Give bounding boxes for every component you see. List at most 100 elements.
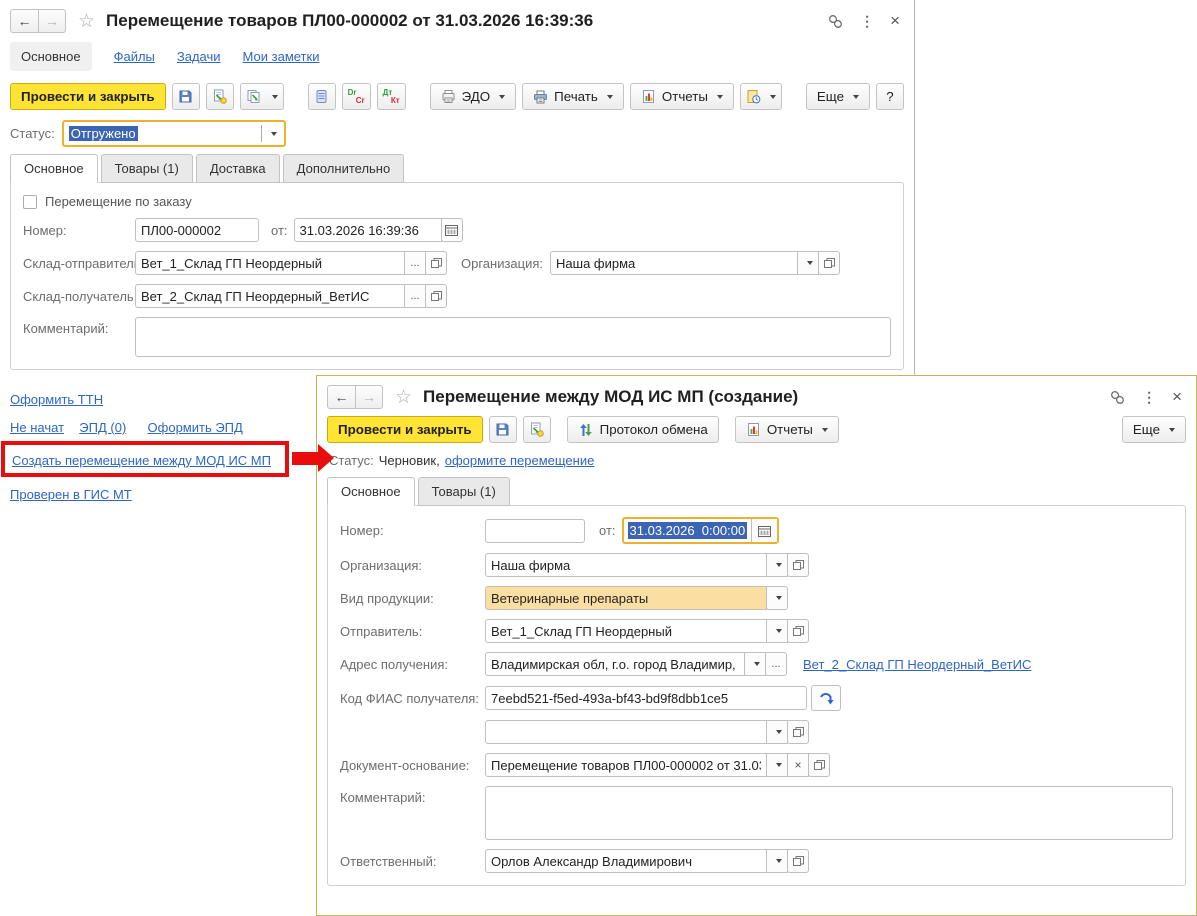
dialog-responsible-open-button[interactable] <box>787 849 809 873</box>
more-actions-button[interactable]: Еще <box>805 83 870 110</box>
forward-button[interactable]: → <box>38 10 65 32</box>
tab-delivery[interactable]: Доставка <box>195 154 280 183</box>
dialog-post-and-close-button[interactable]: Провести и закрыть <box>327 416 483 443</box>
post-documents-icon <box>247 90 260 103</box>
comment-field[interactable] <box>135 317 891 357</box>
highlight-box <box>1 441 289 477</box>
dropdown-arrow-icon <box>1169 427 1175 432</box>
date-field[interactable] <box>293 218 442 242</box>
back-button[interactable]: ← <box>11 10 38 32</box>
dialog-sender-field[interactable] <box>485 619 767 643</box>
dialog-receiver-open-button[interactable] <box>787 720 809 744</box>
dialog-responsible-field[interactable] <box>485 849 767 873</box>
dialog-organization-dropdown-button[interactable] <box>766 553 788 577</box>
tab-additional[interactable]: Дополнительно <box>282 154 405 183</box>
nav-tab-main[interactable]: Основное <box>10 42 92 71</box>
favorite-star-icon[interactable]: ☆ <box>395 386 412 409</box>
dialog-receiver-field[interactable] <box>485 720 767 744</box>
link-epd-count[interactable]: ЭПД (0) <box>79 420 126 435</box>
more-menu-icon[interactable]: ⋮ <box>1142 389 1156 406</box>
dialog-address-label: Адрес получения: <box>340 656 448 672</box>
link-make-epd[interactable]: Оформить ЭПД <box>148 420 243 435</box>
tab-main[interactable]: Основное <box>10 154 98 183</box>
edo-button[interactable]: ЭДО <box>429 83 517 110</box>
link-gis-mt[interactable]: Проверен в ГИС МТ <box>10 487 132 502</box>
dialog-number-field[interactable] <box>485 518 585 543</box>
tasks-button[interactable] <box>739 83 782 110</box>
drcr-entries-button[interactable]: Dr Cr <box>341 83 371 110</box>
dialog-post-button[interactable] <box>522 416 551 443</box>
dialog-product-type-dropdown-button[interactable] <box>766 586 788 610</box>
close-window-icon[interactable]: × <box>890 11 900 31</box>
post-button[interactable] <box>205 83 234 110</box>
sender-open-button[interactable] <box>425 251 447 275</box>
post-variants-button[interactable] <box>239 83 284 110</box>
sender-warehouse-field[interactable] <box>135 251 405 275</box>
dialog-reports-button[interactable]: Отчеты <box>734 416 839 443</box>
dialog-fias-refresh-button[interactable] <box>811 685 841 711</box>
receiver-select-button[interactable]: ... <box>404 284 426 308</box>
dialog-receiver-dropdown-button[interactable] <box>766 720 788 744</box>
receiver-open-button[interactable] <box>425 284 447 308</box>
status-dropdown-button[interactable] <box>262 131 284 136</box>
number-field[interactable] <box>135 218 259 242</box>
dialog-address-select-button[interactable]: ... <box>765 652 787 676</box>
post-and-close-button[interactable]: Провести и закрыть <box>10 83 166 110</box>
dialog-tab-main[interactable]: Основное <box>327 477 415 506</box>
organization-open-button[interactable] <box>818 251 841 275</box>
dialog-calendar-button[interactable] <box>751 519 778 542</box>
exchange-protocol-button[interactable]: Протокол обмена <box>566 416 719 443</box>
get-link-icon[interactable] <box>1109 389 1126 406</box>
dialog-basis-field[interactable] <box>485 753 767 777</box>
dtkt-entries-button[interactable]: Дт Кт <box>376 83 406 110</box>
dialog-status-action-link[interactable]: оформите перемещение <box>445 453 595 468</box>
dialog-forward-button[interactable]: → <box>355 386 382 408</box>
dialog-responsible-dropdown-button[interactable] <box>766 849 788 873</box>
nav-tab-files[interactable]: Файлы <box>114 49 155 64</box>
register-records-button[interactable] <box>307 83 336 110</box>
dialog-product-type-field[interactable] <box>485 586 767 610</box>
more-menu-icon[interactable]: ⋮ <box>860 13 874 30</box>
organization-field[interactable] <box>550 251 799 275</box>
sender-select-button[interactable]: ... <box>404 251 426 275</box>
dialog-back-button[interactable]: ← <box>328 386 355 408</box>
dialog-receiver-warehouse-link[interactable]: Вет_2_Склад ГП Неордерный_ВетИС <box>803 657 1031 672</box>
status-combobox[interactable]: Отгружено <box>61 120 286 147</box>
dialog-basis-clear-button[interactable]: × <box>787 753 809 777</box>
dialog-basis-dropdown-button[interactable] <box>766 753 788 777</box>
help-button[interactable]: ? <box>876 83 904 110</box>
dialog-organization-field[interactable] <box>485 553 767 577</box>
reports-button[interactable]: Отчеты <box>629 83 734 110</box>
dialog-basis-open-button[interactable] <box>808 753 830 777</box>
movement-by-order-checkbox[interactable] <box>23 194 37 209</box>
dialog-comment-field[interactable] <box>485 786 1173 840</box>
organization-label: Организация: <box>461 255 544 271</box>
link-not-started[interactable]: Не начат <box>10 420 64 435</box>
print-button[interactable]: Печать <box>522 83 624 110</box>
dialog-number-label: Номер: <box>340 523 384 538</box>
dialog-sender-dropdown-button[interactable] <box>766 619 788 643</box>
dialog-sender-open-button[interactable] <box>787 619 809 643</box>
dialog-more-actions-button[interactable]: Еще <box>1121 416 1186 443</box>
nav-tab-notes[interactable]: Мои заметки <box>243 49 320 64</box>
tab-goods[interactable]: Товары (1) <box>100 154 193 183</box>
save-button[interactable] <box>171 83 200 110</box>
reports-icon <box>642 90 654 103</box>
dialog-fias-field[interactable] <box>485 686 807 710</box>
dialog-date-field[interactable]: 31.03.2026 0:00:00 <box>621 517 780 544</box>
dtkt-icon: Дт Кт <box>382 87 400 105</box>
open-icon <box>792 727 804 737</box>
dialog-tab-goods[interactable]: Товары (1) <box>417 477 510 506</box>
favorite-star-icon[interactable]: ☆ <box>78 10 95 33</box>
dialog-address-field[interactable] <box>485 652 745 676</box>
get-link-icon[interactable] <box>827 13 844 30</box>
dialog-address-dropdown-button[interactable] <box>744 652 766 676</box>
dialog-save-button[interactable] <box>488 416 517 443</box>
close-window-icon[interactable]: × <box>1172 387 1182 407</box>
organization-dropdown-button[interactable] <box>797 251 820 275</box>
dialog-organization-open-button[interactable] <box>787 553 809 577</box>
link-make-ttn[interactable]: Оформить ТТН <box>10 392 103 407</box>
nav-tab-tasks[interactable]: Задачи <box>177 49 221 64</box>
calendar-button[interactable] <box>440 218 463 242</box>
receiver-warehouse-field[interactable] <box>135 284 405 308</box>
